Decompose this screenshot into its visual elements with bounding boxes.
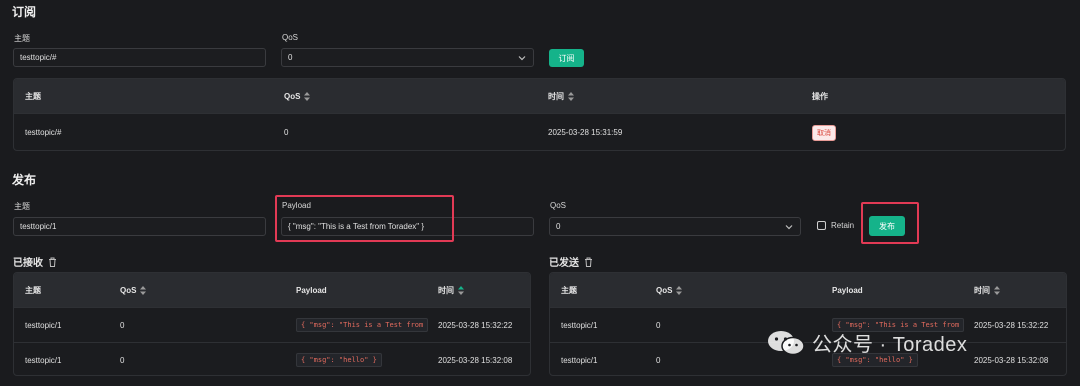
retain-toggle[interactable]: Retain: [817, 221, 854, 230]
header-label: Payload: [832, 285, 863, 295]
row-payload: { "msg": "hello" }: [296, 353, 438, 367]
payload-code: { "msg": "This is a Test from: [296, 318, 429, 332]
payload-highlight-box: [275, 195, 454, 242]
publish-qos-label: QoS: [550, 201, 567, 210]
publish-topic-value: testtopic/1: [20, 222, 57, 231]
subscribe-topic-input[interactable]: testtopic/#: [13, 48, 266, 67]
row-qos: 0: [120, 320, 125, 330]
sort-icon: [676, 285, 683, 295]
watermark: 公众号 · Toradex: [766, 328, 967, 357]
header-label: QoS: [120, 285, 137, 295]
header-label: 操作: [812, 91, 828, 101]
header-label: 主题: [561, 285, 577, 295]
header-label: QoS: [656, 285, 673, 295]
received-title: 已接收: [13, 258, 43, 269]
row-time: 2025-03-28 15:32:22: [974, 320, 1049, 330]
column-header-time[interactable]: 时间: [974, 285, 1066, 296]
row-payload: { "msg": "This is a Test from: [296, 318, 438, 332]
column-header-topic: 主题: [14, 91, 284, 102]
watermark-text: 公众号 · Toradex: [812, 334, 968, 356]
sort-icon: [994, 285, 1000, 295]
column-header-action: 操作: [812, 91, 1012, 102]
chevron-down-icon: [785, 224, 793, 229]
payload-code: { "msg": "hello" }: [296, 353, 382, 367]
table-header: 主题 QoS Payload 时间: [14, 273, 530, 307]
row-topic: testtopic/1: [561, 320, 598, 330]
column-header-topic: 主题: [550, 285, 656, 296]
sort-icon: [568, 91, 574, 101]
header-label: 时间: [974, 285, 990, 295]
subscribe-topic-label: 主题: [14, 34, 30, 43]
subscribe-topic-value: testtopic/#: [20, 53, 57, 62]
received-heading: 已接收: [13, 254, 57, 269]
row-topic: testtopic/1: [25, 320, 62, 330]
chevron-down-icon: [518, 55, 526, 60]
publish-topic-label: 主题: [14, 202, 30, 211]
publish-qos-value: 0: [556, 222, 561, 231]
publish-qos-select[interactable]: 0: [549, 217, 801, 236]
column-header-time[interactable]: 时间: [438, 285, 530, 296]
table-row: testtopic/1 0 { "msg": "hello" } 2025-03…: [14, 342, 530, 375]
sort-active-icon: [458, 285, 464, 295]
table-row: testtopic/1 0 { "msg": "This is a Test f…: [14, 307, 530, 342]
unsubscribe-button[interactable]: 取消: [812, 124, 836, 141]
retain-checkbox[interactable]: [817, 221, 826, 230]
row-qos: 0: [120, 355, 125, 365]
header-label: 主题: [25, 91, 41, 101]
column-header-time[interactable]: 时间: [548, 91, 812, 102]
publish-title: 发布: [12, 173, 37, 187]
column-header-qos[interactable]: QoS: [284, 91, 548, 101]
sent-table: 主题 QoS Payload 时间 testtopic/1 0 { "msg":…: [549, 272, 1067, 376]
header-label: 时间: [438, 285, 454, 295]
row-time: 2025-03-28 15:32:22: [438, 320, 513, 330]
row-topic: testtopic/#: [25, 128, 62, 137]
column-header-topic: 主题: [14, 285, 120, 296]
row-topic: testtopic/1: [25, 355, 62, 365]
row-qos: 0: [284, 128, 289, 137]
trash-icon[interactable]: [48, 257, 57, 267]
subscribe-qos-select[interactable]: 0: [281, 48, 534, 67]
sort-icon: [304, 91, 311, 101]
subscribe-qos-label: QoS: [282, 33, 299, 42]
column-header-payload: Payload: [296, 286, 438, 295]
header-label: QoS: [284, 91, 301, 101]
row-time: 2025-03-28 15:31:59: [548, 128, 623, 137]
subscriptions-table: 主题 QoS 时间 操作 testtopic/# 0 2025-03-28 15…: [13, 78, 1066, 151]
column-header-payload: Payload: [832, 286, 974, 295]
publish-highlight-box: [861, 202, 919, 244]
row-action: 取消: [812, 124, 1012, 141]
retain-label: Retain: [831, 221, 855, 230]
subscribe-title: 订阅: [12, 5, 37, 19]
sent-heading: 已发送: [549, 254, 593, 269]
row-time: 2025-03-28 15:32:08: [974, 355, 1049, 365]
header-label: Payload: [296, 285, 327, 295]
publish-topic-input[interactable]: testtopic/1: [13, 217, 266, 236]
row-topic: testtopic/1: [561, 355, 598, 365]
received-table: 主题 QoS Payload 时间 testtopic/1 0 { "msg":…: [13, 272, 531, 376]
trash-icon[interactable]: [584, 257, 593, 267]
header-label: 主题: [25, 285, 41, 295]
table-header: 主题 QoS 时间 操作: [14, 79, 1065, 113]
header-label: 时间: [548, 91, 564, 101]
table-row: testtopic/# 0 2025-03-28 15:31:59 取消: [14, 113, 1065, 150]
wechat-icon: [768, 330, 805, 355]
column-header-qos[interactable]: QoS: [120, 285, 296, 295]
table-header: 主题 QoS Payload 时间: [550, 273, 1066, 307]
sent-title: 已发送: [549, 258, 579, 269]
subscribe-qos-value: 0: [288, 53, 293, 62]
column-header-qos[interactable]: QoS: [656, 285, 832, 295]
subscribe-button[interactable]: 订阅: [549, 49, 584, 67]
sort-icon: [140, 285, 147, 295]
row-time: 2025-03-28 15:32:08: [438, 355, 513, 365]
